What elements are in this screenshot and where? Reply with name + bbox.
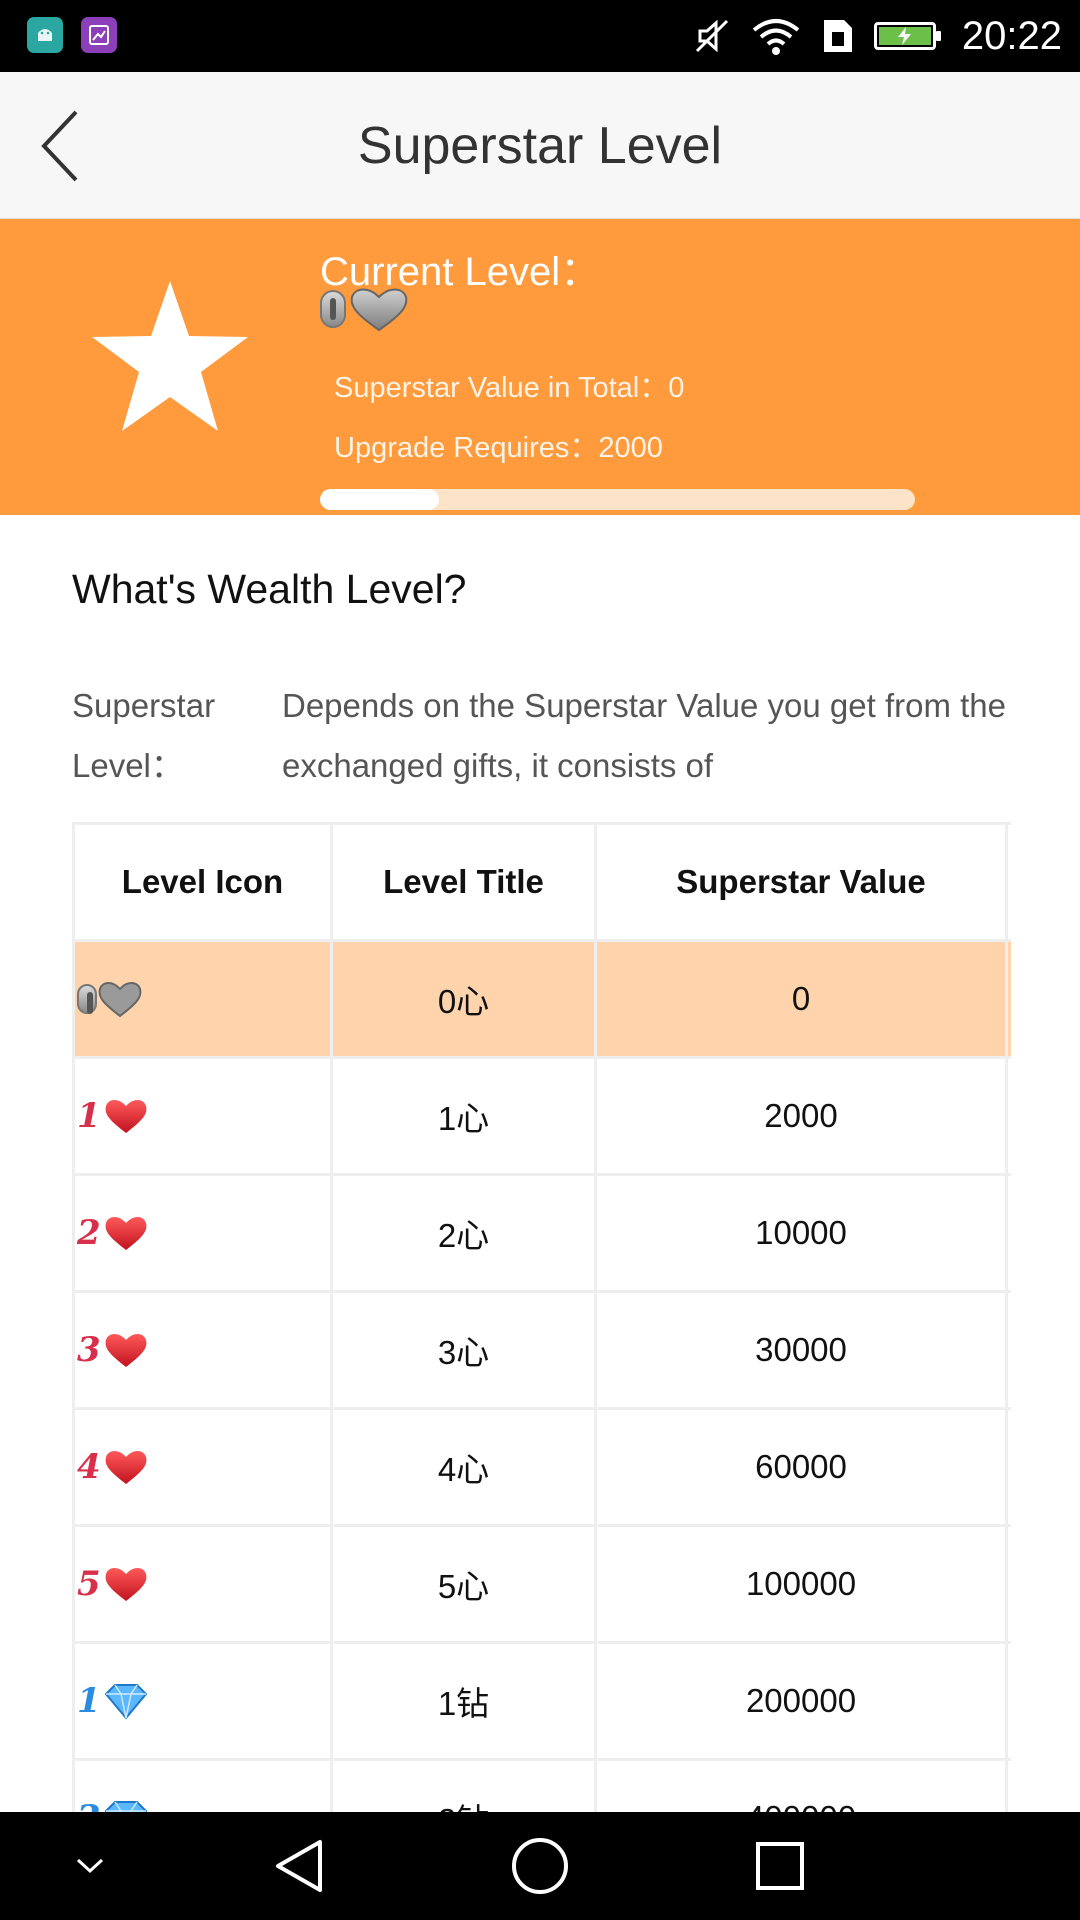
battery-charging-icon — [873, 22, 941, 50]
header-level-icon: Level Icon — [75, 825, 333, 939]
recents-square-icon — [756, 1842, 804, 1890]
superstar-value-cell: 60000 — [597, 1410, 1008, 1524]
level-digit: 1 — [77, 1096, 101, 1136]
table-row: 4 4心 60000 — [75, 1410, 1011, 1527]
star-icon — [92, 281, 248, 431]
description-term: Superstar Level： — [72, 687, 216, 784]
table-row: 5 5心 100000 — [75, 1527, 1011, 1644]
level-title-cell: 4心 — [333, 1410, 597, 1524]
upgrade-value: 2000 — [598, 432, 663, 464]
hide-keyboard-button[interactable] — [30, 1812, 150, 1920]
table-row: 2 2心 10000 — [75, 1176, 1011, 1293]
superstar-value-cell: 0 — [597, 942, 1008, 1056]
header-superstar-value: Superstar Value — [597, 825, 1008, 939]
level-icon-cell: 3 — [75, 1293, 333, 1407]
superstar-value-cell: 10000 — [597, 1176, 1008, 1290]
page-title: Superstar Level — [357, 117, 723, 175]
status-bar: 20:22 — [0, 0, 1080, 72]
total-value: 0 — [668, 372, 685, 404]
system-nav-bar — [0, 1812, 1080, 1920]
level-icon-cell: 4 — [75, 1410, 333, 1524]
upgrade-requirement: Upgrade Requires：2000 — [334, 424, 663, 466]
wifi-icon — [752, 19, 800, 55]
red-heart-icon — [105, 1216, 147, 1250]
table-row: 0心 0 — [75, 942, 1011, 1059]
superstar-value-cell: 2000 — [597, 1059, 1008, 1173]
superstar-value-cell: 100000 — [597, 1527, 1008, 1641]
level-table: Level Icon Level Title Superstar Value 0… — [72, 822, 1011, 1878]
android-app-icon — [27, 17, 63, 53]
home-circle-icon — [512, 1838, 568, 1894]
table-row: 1 1钻 200000 — [75, 1644, 1011, 1761]
section-title: What's Wealth Level? — [72, 566, 467, 612]
app-header: Superstar Level — [0, 72, 1080, 219]
level-digit: 4 — [77, 1447, 101, 1487]
gray-heart-icon — [350, 288, 408, 332]
upgrade-label: Upgrade Requires： — [334, 432, 599, 464]
header-level-title: Level Title — [333, 825, 597, 939]
level-title-cell: 2心 — [333, 1176, 597, 1290]
red-heart-icon — [105, 1450, 147, 1484]
level-digit: 3 — [77, 1330, 101, 1370]
sim-icon — [823, 20, 852, 52]
level-icon-cell: 2 — [75, 1176, 333, 1290]
gray-heart-icon — [98, 982, 142, 1018]
nav-back-button[interactable] — [240, 1812, 360, 1920]
nav-recents-button[interactable] — [720, 1812, 840, 1920]
nav-home-button[interactable] — [480, 1812, 600, 1920]
level-title-cell: 5心 — [333, 1527, 597, 1641]
red-heart-icon — [105, 1567, 147, 1601]
red-heart-icon — [105, 1333, 147, 1367]
diamond-icon — [104, 1684, 148, 1720]
level-title-cell: 1心 — [333, 1059, 597, 1173]
level-title-cell: 0心 — [333, 942, 597, 1056]
description-body: Depends on the Superstar Value you get f… — [282, 687, 1007, 784]
level-title-cell: 3心 — [333, 1293, 597, 1407]
level-icon-cell — [75, 942, 333, 1056]
current-level-badge — [320, 286, 410, 332]
level-digit-icon — [77, 984, 97, 1014]
level-progress-fill — [320, 489, 439, 510]
level-digit: 2 — [77, 1213, 101, 1253]
hide-keyboard-icon — [76, 1858, 104, 1874]
level-icon-cell: 1 — [75, 1644, 333, 1758]
level-digit: 1 — [77, 1681, 101, 1721]
level-icon-cell: 1 — [75, 1059, 333, 1173]
level-digit: 5 — [77, 1564, 101, 1604]
total-label: Superstar Value in Total： — [334, 372, 669, 404]
mute-icon — [695, 19, 728, 53]
clock: 20:22 — [961, 13, 1062, 58]
table-row: 1 1心 2000 — [75, 1059, 1011, 1176]
level-icon-cell: 5 — [75, 1527, 333, 1641]
level-progress-bar — [320, 489, 915, 510]
table-row: 3 3心 30000 — [75, 1293, 1011, 1410]
level-title-cell: 1钻 — [333, 1644, 597, 1758]
red-heart-icon — [105, 1099, 147, 1133]
gallery-app-icon — [81, 17, 117, 53]
level-zero-digit-icon — [320, 290, 346, 328]
superstar-total: Superstar Value in Total：0 — [334, 364, 684, 406]
back-triangle-icon — [276, 1840, 322, 1892]
superstar-value-cell: 200000 — [597, 1644, 1008, 1758]
superstar-value-cell: 30000 — [597, 1293, 1008, 1407]
table-header-row: Level Icon Level Title Superstar Value — [75, 825, 1011, 942]
